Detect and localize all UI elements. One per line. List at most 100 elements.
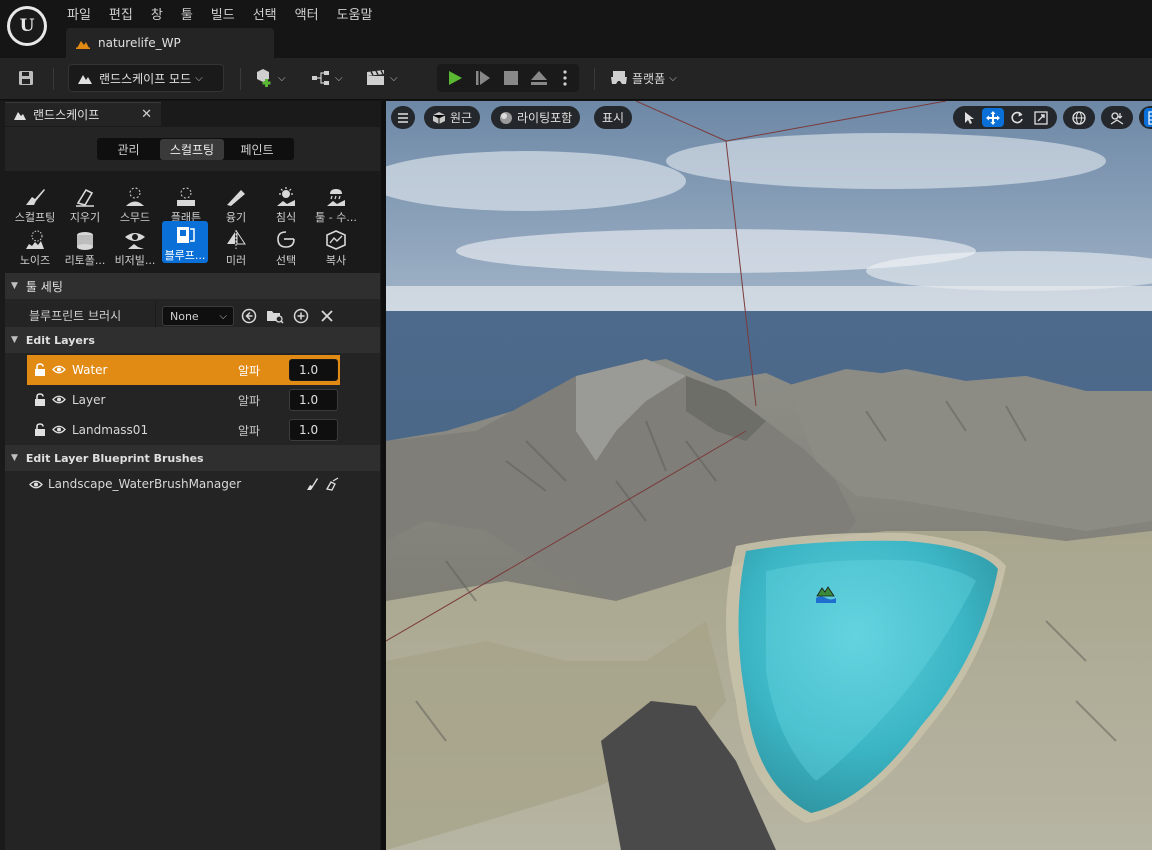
alpha-input[interactable]: 1.0 xyxy=(289,389,338,411)
tool-erosion[interactable]: 침식 xyxy=(263,183,309,225)
tool-select[interactable]: 선택 xyxy=(263,226,309,268)
rotate-mode-button[interactable] xyxy=(1006,108,1028,127)
menu-select[interactable]: 선택 xyxy=(246,2,284,25)
blueprint-graph-icon xyxy=(312,71,329,85)
save-button[interactable] xyxy=(12,64,40,92)
level-tab[interactable]: naturelife_WP xyxy=(66,28,274,58)
tool-hydro-erosion[interactable]: 툴 - 수... xyxy=(313,183,359,225)
unlock-icon[interactable] xyxy=(34,393,46,407)
surface-snapping-button[interactable] xyxy=(1106,108,1128,127)
visibility-eye-icon[interactable] xyxy=(52,394,66,405)
bp-brushes-header[interactable]: ▼ Edit Layer Blueprint Brushes xyxy=(5,445,380,471)
menu-tools[interactable]: 툴 xyxy=(174,2,200,25)
menu-edit[interactable]: 편집 xyxy=(102,2,140,25)
close-icon xyxy=(321,310,333,322)
tab-manage[interactable]: 관리 xyxy=(97,139,160,160)
landscape-scene xyxy=(386,101,1152,850)
tool-flatten[interactable]: 플래튼 xyxy=(163,183,209,225)
ramp-icon xyxy=(227,190,245,206)
alpha-label: 알파 xyxy=(238,393,261,408)
level-tab-label: naturelife_WP xyxy=(98,36,181,50)
unlock-icon[interactable] xyxy=(34,363,46,377)
blueprints-button[interactable]: ⌵ xyxy=(311,64,349,92)
layer-row-layer[interactable]: Layer 알파 1.0 xyxy=(27,385,340,415)
tool-copy[interactable]: 복사 xyxy=(313,226,359,268)
eject-button[interactable] xyxy=(530,70,548,89)
landscape-panel: 랜드스케이프 ✕ 관리 스컬프팅 페인트 스컬프팅 지우기 스무드 플래튼 융기… xyxy=(0,101,381,850)
play-button[interactable] xyxy=(447,70,463,89)
toolbar-separator xyxy=(594,68,595,90)
menu-help[interactable]: 도움말 xyxy=(330,2,380,25)
visibility-eye-icon[interactable] xyxy=(52,424,66,435)
add-button[interactable] xyxy=(292,307,310,325)
grid-icon xyxy=(1148,110,1152,125)
landscape-panel-tab[interactable]: 랜드스케이프 ✕ xyxy=(5,102,161,126)
stop-button[interactable] xyxy=(504,71,518,88)
tab-sculpt[interactable]: 스컬프팅 xyxy=(160,138,224,160)
mode-selector[interactable]: 랜드스케이프 모드 ⌵ xyxy=(68,64,224,92)
menu-actor[interactable]: 액터 xyxy=(288,2,326,25)
water-body-actor-icon[interactable] xyxy=(815,586,837,604)
world-coordinates-button[interactable] xyxy=(1068,108,1090,127)
level-viewport[interactable]: 원근 라이팅포함 표시 xyxy=(386,101,1152,850)
visibility-eye-icon[interactable] xyxy=(29,479,43,490)
clear-button[interactable] xyxy=(318,307,336,325)
hamburger-menu-icon xyxy=(398,112,408,123)
tool-visibility[interactable]: 비저빌... xyxy=(112,226,158,268)
eraser-edit-icon[interactable] xyxy=(325,477,339,491)
tool-sculpt[interactable]: 스컬프팅 xyxy=(12,183,58,225)
alpha-input[interactable]: 1.0 xyxy=(289,419,338,441)
unlock-icon[interactable] xyxy=(34,423,46,437)
surface-snapping-icon xyxy=(1110,111,1124,125)
collapse-arrow-icon: ▼ xyxy=(11,453,18,463)
step-button[interactable] xyxy=(475,70,491,89)
play-options-button[interactable] xyxy=(563,70,567,89)
platforms-button[interactable]: 플랫폼 ⌵ xyxy=(606,64,688,92)
stop-icon xyxy=(504,71,518,85)
tool-settings-header[interactable]: ▼ 툴 세팅 xyxy=(5,273,380,299)
menu-file[interactable]: 파일 xyxy=(60,2,98,25)
tool-mirror[interactable]: 미러 xyxy=(213,226,259,268)
tool-blueprint[interactable]: 블루프... xyxy=(162,221,208,263)
alpha-input[interactable]: 1.0 xyxy=(289,359,338,381)
landscape-mode-icon xyxy=(78,75,92,84)
select-mode-button[interactable] xyxy=(958,108,980,127)
step-icon xyxy=(476,71,490,85)
bp-brush-item[interactable]: Landscape_WaterBrushManager xyxy=(5,469,380,499)
tool-noise[interactable]: 노이즈 xyxy=(12,226,58,268)
viewport-options-button[interactable] xyxy=(391,106,415,129)
chevron-down-icon: ⌵ xyxy=(669,72,677,84)
edit-layers-header[interactable]: ▼ Edit Layers xyxy=(5,327,380,353)
tab-paint[interactable]: 페인트 xyxy=(224,139,290,160)
brush-edit-icon[interactable] xyxy=(305,477,319,491)
show-flags-button[interactable]: 표시 xyxy=(594,106,633,129)
translate-mode-button[interactable] xyxy=(982,108,1004,127)
grid-snapping-button[interactable] xyxy=(1144,108,1152,127)
play-controls xyxy=(437,64,579,92)
close-icon[interactable]: ✕ xyxy=(141,107,152,122)
sculpt-icon xyxy=(26,189,45,205)
cinematics-button[interactable]: ⌵ xyxy=(366,64,404,92)
toolbar-separator xyxy=(240,68,241,90)
menu-build[interactable]: 빌드 xyxy=(204,2,242,25)
layer-row-water[interactable]: Water 알파 1.0 xyxy=(27,355,340,385)
scale-mode-button[interactable] xyxy=(1030,108,1052,127)
browse-button[interactable] xyxy=(266,307,284,325)
add-actor-button[interactable]: ⌵ xyxy=(254,64,296,92)
blueprint-brush-select[interactable]: None ⌵ xyxy=(162,306,234,326)
tool-erase[interactable]: 지우기 xyxy=(62,183,108,225)
tool-smooth[interactable]: 스무드 xyxy=(112,183,158,225)
tool-retopologize[interactable]: 리토폴... xyxy=(62,226,108,268)
perspective-button[interactable]: 원근 xyxy=(424,106,481,129)
menu-window[interactable]: 창 xyxy=(144,2,170,25)
layer-name: Layer xyxy=(72,393,106,407)
use-selected-button[interactable] xyxy=(240,307,258,325)
unreal-logo-icon[interactable]: U xyxy=(7,6,47,46)
layer-row-landmass01[interactable]: Landmass01 알파 1.0 xyxy=(27,415,340,445)
collapse-arrow-icon: ▼ xyxy=(11,281,18,291)
view-mode-button[interactable]: 라이팅포함 xyxy=(491,106,581,129)
visibility-eye-icon[interactable] xyxy=(52,364,66,375)
landscape-panel-body: 관리 스컬프팅 페인트 스컬프팅 지우기 스무드 플래튼 융기 침식 툴 - 수… xyxy=(5,127,380,850)
tool-ramp[interactable]: 융기 xyxy=(213,183,259,225)
browse-folder-icon xyxy=(267,311,284,324)
